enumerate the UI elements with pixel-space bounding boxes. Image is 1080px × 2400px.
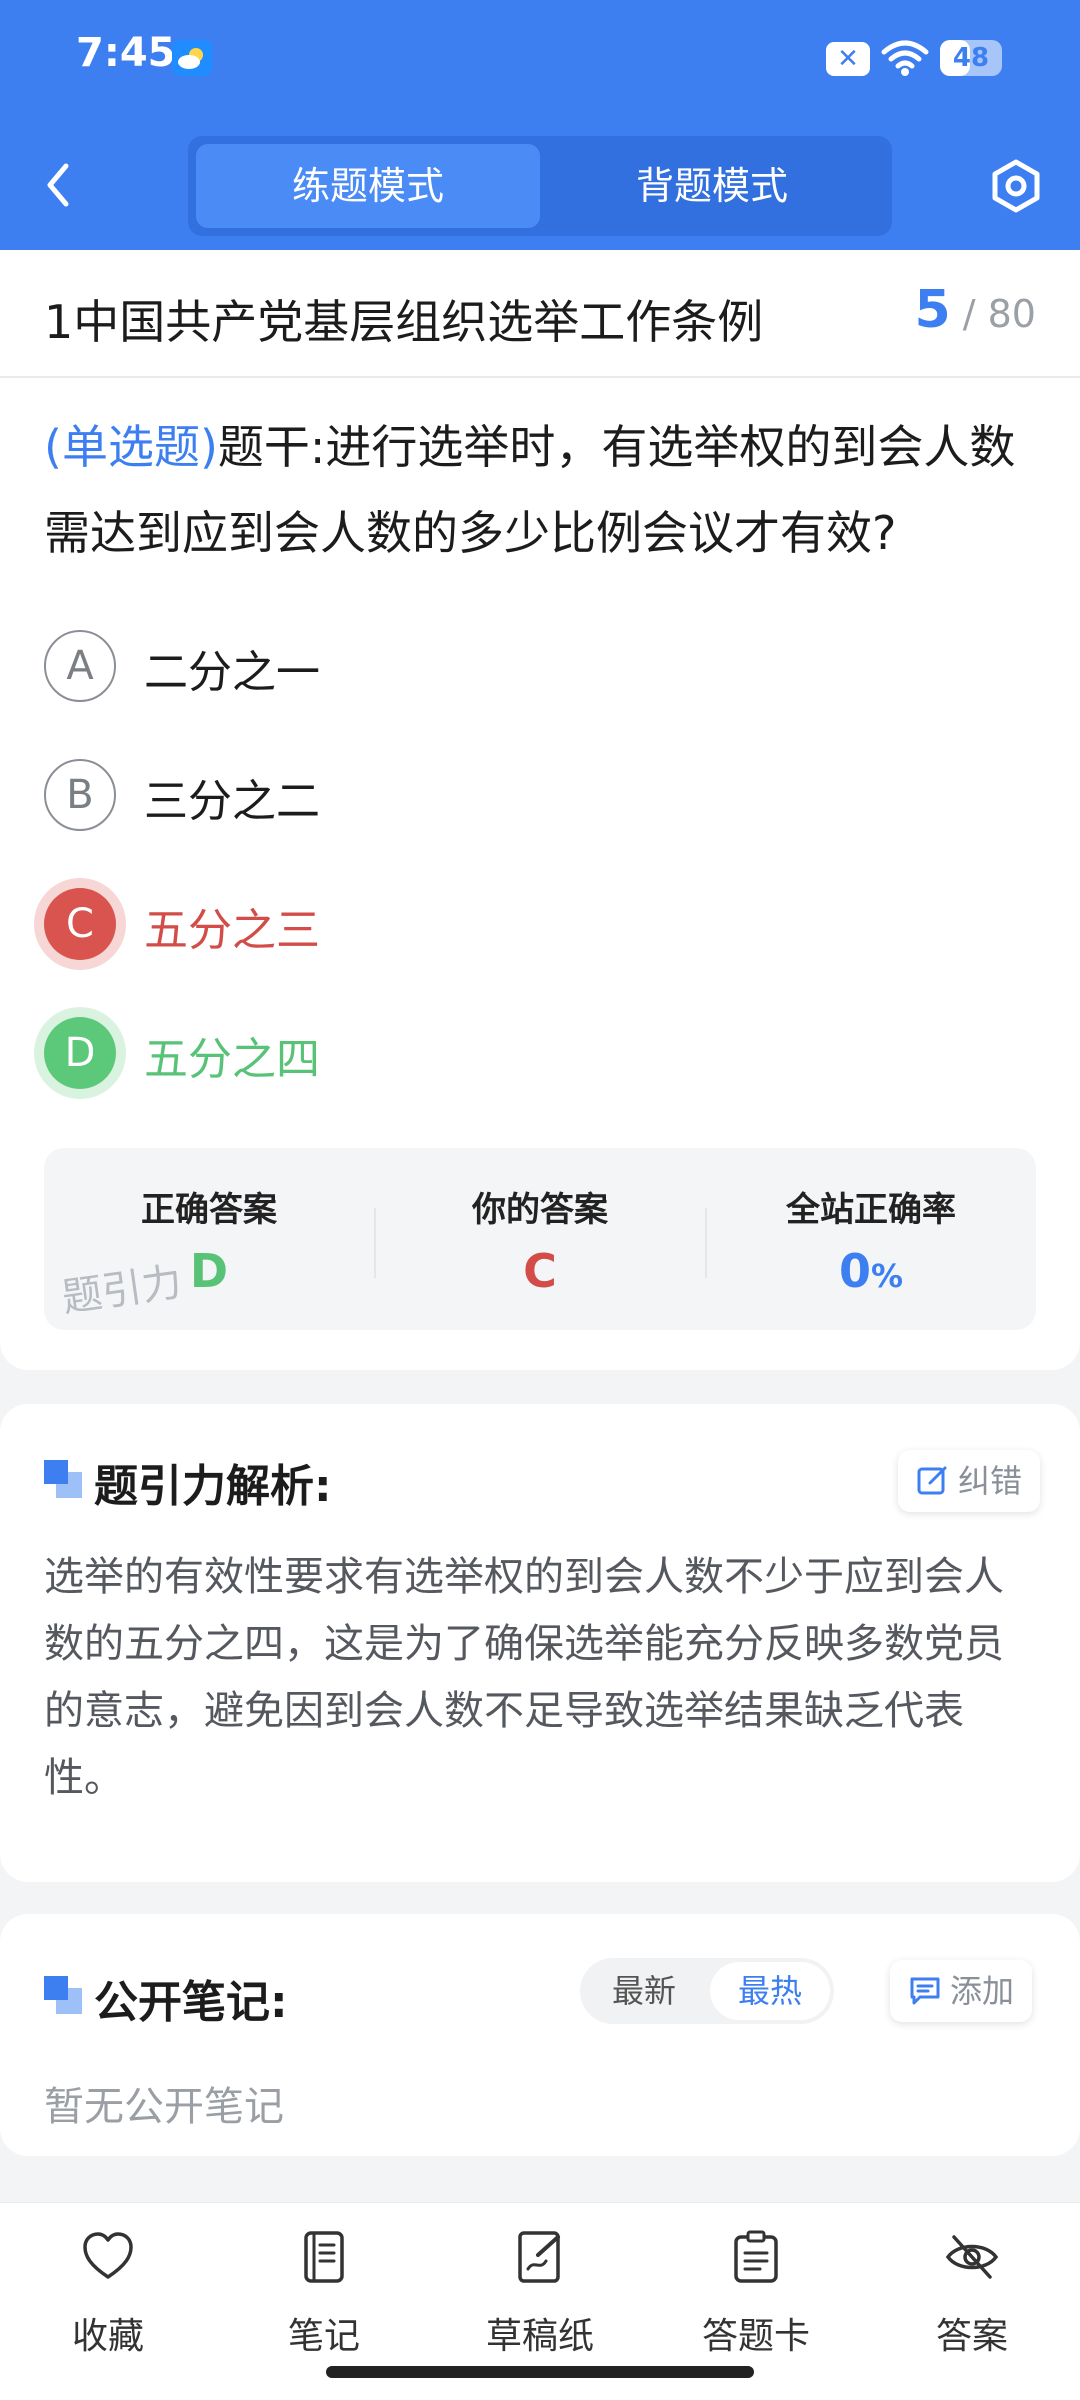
- app-header: 7:45 ✕ 48 练题模式 背题模式: [0, 0, 1080, 250]
- nav-answer-toggle[interactable]: 答案: [882, 2229, 1062, 2369]
- home-indicator: [326, 2366, 754, 2378]
- draft-icon: [518, 2231, 560, 2283]
- paper-title-bar: 1中国共产党基层组织选举工作条例 5 / 80: [0, 250, 1080, 378]
- option-text: 五分之三: [144, 905, 320, 956]
- question-card: (单选题)题干:进行选举时，有选举权的到会人数需达到应到会人数的多少比例会议才有…: [0, 378, 1080, 1370]
- sort-latest-button[interactable]: 最新: [584, 1962, 704, 2020]
- your-answer-value: C: [523, 1244, 557, 1298]
- nav-draft[interactable]: 草稿纸: [450, 2229, 630, 2369]
- option-b[interactable]: B 三分之二: [44, 751, 944, 831]
- nav-favorite[interactable]: 收藏: [18, 2229, 198, 2369]
- comment-icon: [910, 1977, 940, 2005]
- add-note-button[interactable]: 添加: [890, 1960, 1033, 2022]
- notes-title: 公开笔记:: [94, 1977, 288, 2028]
- notebook-icon: [304, 2231, 344, 2283]
- paper-title: 1中国共产党基层组织选举工作条例: [44, 295, 764, 349]
- site-accuracy-value: 0%: [706, 1244, 1036, 1298]
- nav-label: 答题卡: [701, 2316, 810, 2357]
- mode-switch: 练题模式 背题模式: [188, 136, 892, 236]
- question-stem: (单选题)题干:进行选举时，有选举权的到会人数需达到应到会人数的多少比例会议才有…: [44, 404, 1044, 576]
- edit-icon: [917, 1466, 947, 1495]
- site-accuracy: 全站正确率 0%: [706, 1148, 1036, 1330]
- tab-practice-mode[interactable]: 练题模式: [196, 144, 540, 228]
- chevron-left-icon: [47, 163, 69, 207]
- wifi-icon: [880, 38, 930, 82]
- sort-hot-button[interactable]: 最热: [710, 1962, 830, 2020]
- eye-off-icon: [945, 2235, 999, 2279]
- your-answer: 你的答案 C: [375, 1148, 705, 1330]
- accuracy-number: 0: [838, 1244, 871, 1298]
- current-question-number: 5: [914, 280, 951, 340]
- nav-label: 草稿纸: [485, 2316, 594, 2357]
- total-questions: / 80: [962, 292, 1036, 336]
- question-type: (单选题): [44, 420, 218, 474]
- report-error-button[interactable]: 纠错: [898, 1450, 1041, 1512]
- option-text: 二分之一: [144, 647, 320, 698]
- nav-answer-card[interactable]: 答题卡: [666, 2229, 846, 2369]
- notes-sort-switch: 最新 最热: [580, 1958, 834, 2024]
- option-letter: C: [44, 888, 116, 960]
- settings-icon: [992, 159, 1040, 213]
- option-a[interactable]: A 二分之一: [44, 622, 944, 702]
- report-error-label: 纠错: [958, 1462, 1023, 1500]
- option-letter: B: [44, 759, 116, 831]
- option-text: 三分之二: [144, 776, 320, 827]
- answer-summary: 正确答案 D 你的答案 C 全站正确率 0% 题引力: [44, 1148, 1036, 1330]
- status-bar: 7:45 ✕ 48: [0, 0, 1080, 120]
- add-note-label: 添加: [950, 1972, 1015, 2010]
- back-button[interactable]: [40, 158, 74, 216]
- analysis-card: 题引力解析: 纠错 选举的有效性要求有选举权的到会人数不少于应到会人数的五分之四…: [0, 1404, 1080, 1882]
- status-time: 7:45: [76, 30, 176, 76]
- settings-button[interactable]: [986, 156, 1046, 220]
- weather-icon: [172, 40, 212, 76]
- option-d[interactable]: D 五分之四: [44, 1009, 944, 1089]
- correct-answer-label: 正确答案: [141, 1190, 277, 1230]
- option-c[interactable]: C 五分之三: [44, 880, 944, 960]
- nav-label: 答案: [935, 2316, 1008, 2357]
- option-letter: A: [44, 630, 116, 702]
- battery-icon: 48: [940, 40, 1002, 76]
- nav-label: 收藏: [71, 2316, 144, 2357]
- question-progress: 5 / 80: [914, 280, 1036, 340]
- notification-x-icon: ✕: [826, 42, 870, 76]
- analysis-title: 题引力解析:: [94, 1461, 332, 1512]
- section-icon: [44, 1460, 82, 1498]
- heart-icon: [83, 2232, 133, 2279]
- analysis-text: 选举的有效性要求有选举权的到会人数不少于应到会人数的五分之四，这是为了确保选举能…: [44, 1554, 1004, 1801]
- battery-level: 48: [952, 43, 990, 73]
- accuracy-unit: %: [870, 1257, 904, 1295]
- nav-label: 笔记: [287, 2316, 360, 2357]
- answer-card-icon: [734, 2230, 778, 2283]
- notes-card: 公开笔记: 最新 最热 添加 暂无公开笔记: [0, 1914, 1080, 2156]
- nav-notes[interactable]: 笔记: [234, 2229, 414, 2369]
- your-answer-label: 你的答案: [472, 1190, 608, 1230]
- section-icon: [44, 1976, 82, 2014]
- option-text: 五分之四: [144, 1034, 320, 1085]
- site-accuracy-label: 全站正确率: [786, 1190, 956, 1230]
- empty-notes-text: 暂无公开笔记: [44, 2084, 284, 2130]
- tab-recite-mode[interactable]: 背题模式: [540, 144, 884, 228]
- option-letter: D: [44, 1017, 116, 1089]
